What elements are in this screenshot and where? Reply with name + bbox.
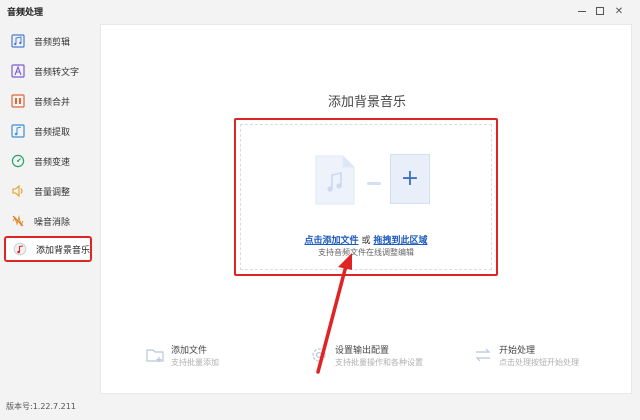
audio-to-text-icon xyxy=(10,63,26,79)
sidebar: 音频剪辑 音频转文字 音频合并 音频提取 音频变速 音量调整 噪音消除 添加背景… xyxy=(0,24,96,404)
drop-zone-highlight[interactable]: + 点击添加文件或拖拽到此区域 支持音频文件在线调整编辑 xyxy=(234,118,498,276)
background-music-icon xyxy=(12,241,28,257)
sidebar-item-label: 音频提取 xyxy=(34,127,71,138)
sidebar-item-label: 音频转文字 xyxy=(34,67,80,78)
audio-speed-icon xyxy=(10,153,26,169)
output-settings-subtitle: 支持批量操作和各种设置 xyxy=(335,358,423,367)
version-label: 版本号:1.22.7.211 xyxy=(6,402,76,411)
sidebar-item-audio-merge[interactable]: 音频合并 xyxy=(4,88,92,114)
title-bar: 音频处理 ✕ xyxy=(0,0,640,22)
plus-icon: + xyxy=(400,166,420,191)
sidebar-item-label: 音频合并 xyxy=(34,97,71,108)
app-window: 音频处理 ✕ 音频剪辑 音频转文字 音频合并 音频提取 音频变速 音量调整 噪音… xyxy=(0,0,640,420)
add-file-subtitle: 支持批量添加 xyxy=(171,358,219,367)
gear-icon xyxy=(312,348,326,362)
volume-icon xyxy=(10,183,26,199)
output-settings-title: 设置输出配置 xyxy=(335,346,390,356)
drop-zone[interactable]: + 点击添加文件或拖拽到此区域 支持音频文件在线调整编辑 xyxy=(240,124,492,270)
drop-zone-actions: 点击添加文件或拖拽到此区域 xyxy=(241,233,491,246)
swap-arrows-icon xyxy=(475,348,491,362)
sidebar-item-label: 噪音消除 xyxy=(34,217,71,228)
sidebar-item-audio-to-text[interactable]: 音频转文字 xyxy=(4,58,92,84)
add-file-title: 添加文件 xyxy=(171,346,208,356)
page-title: 添加背景音乐 xyxy=(327,95,406,110)
add-file-tool[interactable]: 添加文件 支持批量添加 xyxy=(145,345,219,373)
audio-file-icon xyxy=(315,155,355,205)
window-title: 音频处理 xyxy=(7,8,44,18)
main-panel: 添加背景音乐 + 点击添加文件或拖拽到此区域 支持音频文件在线调整编辑 添加文件… xyxy=(100,24,632,394)
drop-zone-hint: 支持音频文件在线调整编辑 xyxy=(318,248,414,257)
sidebar-item-label: 音频剪辑 xyxy=(34,37,71,48)
sidebar-item-label: 音量调整 xyxy=(34,187,71,198)
maximize-icon xyxy=(596,7,604,15)
connector-dash-icon xyxy=(367,182,381,185)
start-process-subtitle: 点击处理按钮开始处理 xyxy=(499,358,579,367)
sidebar-item-audio-extract[interactable]: 音频提取 xyxy=(4,118,92,144)
drag-to-area-link[interactable]: 拖拽到此区域 xyxy=(374,236,428,246)
close-icon: ✕ xyxy=(614,5,624,17)
maximize-button[interactable] xyxy=(592,3,608,19)
minimize-button[interactable] xyxy=(574,3,590,19)
sidebar-item-label: 添加背景音乐 xyxy=(35,245,90,256)
sidebar-item-label: 音频变速 xyxy=(34,157,71,168)
sidebar-item-background-music[interactable]: 添加背景音乐 xyxy=(4,236,92,262)
or-text: 或 xyxy=(361,236,371,246)
noise-remove-icon xyxy=(10,213,26,229)
start-process-title: 开始处理 xyxy=(499,346,536,356)
minimize-icon xyxy=(578,10,586,12)
audio-extract-icon xyxy=(10,123,26,139)
add-file-link[interactable]: 点击添加文件 xyxy=(304,236,358,246)
close-button[interactable]: ✕ xyxy=(611,3,627,19)
folder-add-icon xyxy=(146,349,164,362)
audio-merge-icon xyxy=(10,93,26,109)
output-settings-tool[interactable]: 设置输出配置 支持批量操作和各种设置 xyxy=(309,345,423,373)
sidebar-item-noise-remove[interactable]: 噪音消除 xyxy=(4,208,92,234)
audio-cut-icon xyxy=(10,33,26,49)
sidebar-item-volume[interactable]: 音量调整 xyxy=(4,178,92,204)
start-process-tool[interactable]: 开始处理 点击处理按钮开始处理 xyxy=(473,345,579,373)
sidebar-item-audio-speed[interactable]: 音频变速 xyxy=(4,148,92,174)
sidebar-item-audio-cut[interactable]: 音频剪辑 xyxy=(4,28,92,54)
add-file-plus-button[interactable]: + xyxy=(390,154,430,204)
